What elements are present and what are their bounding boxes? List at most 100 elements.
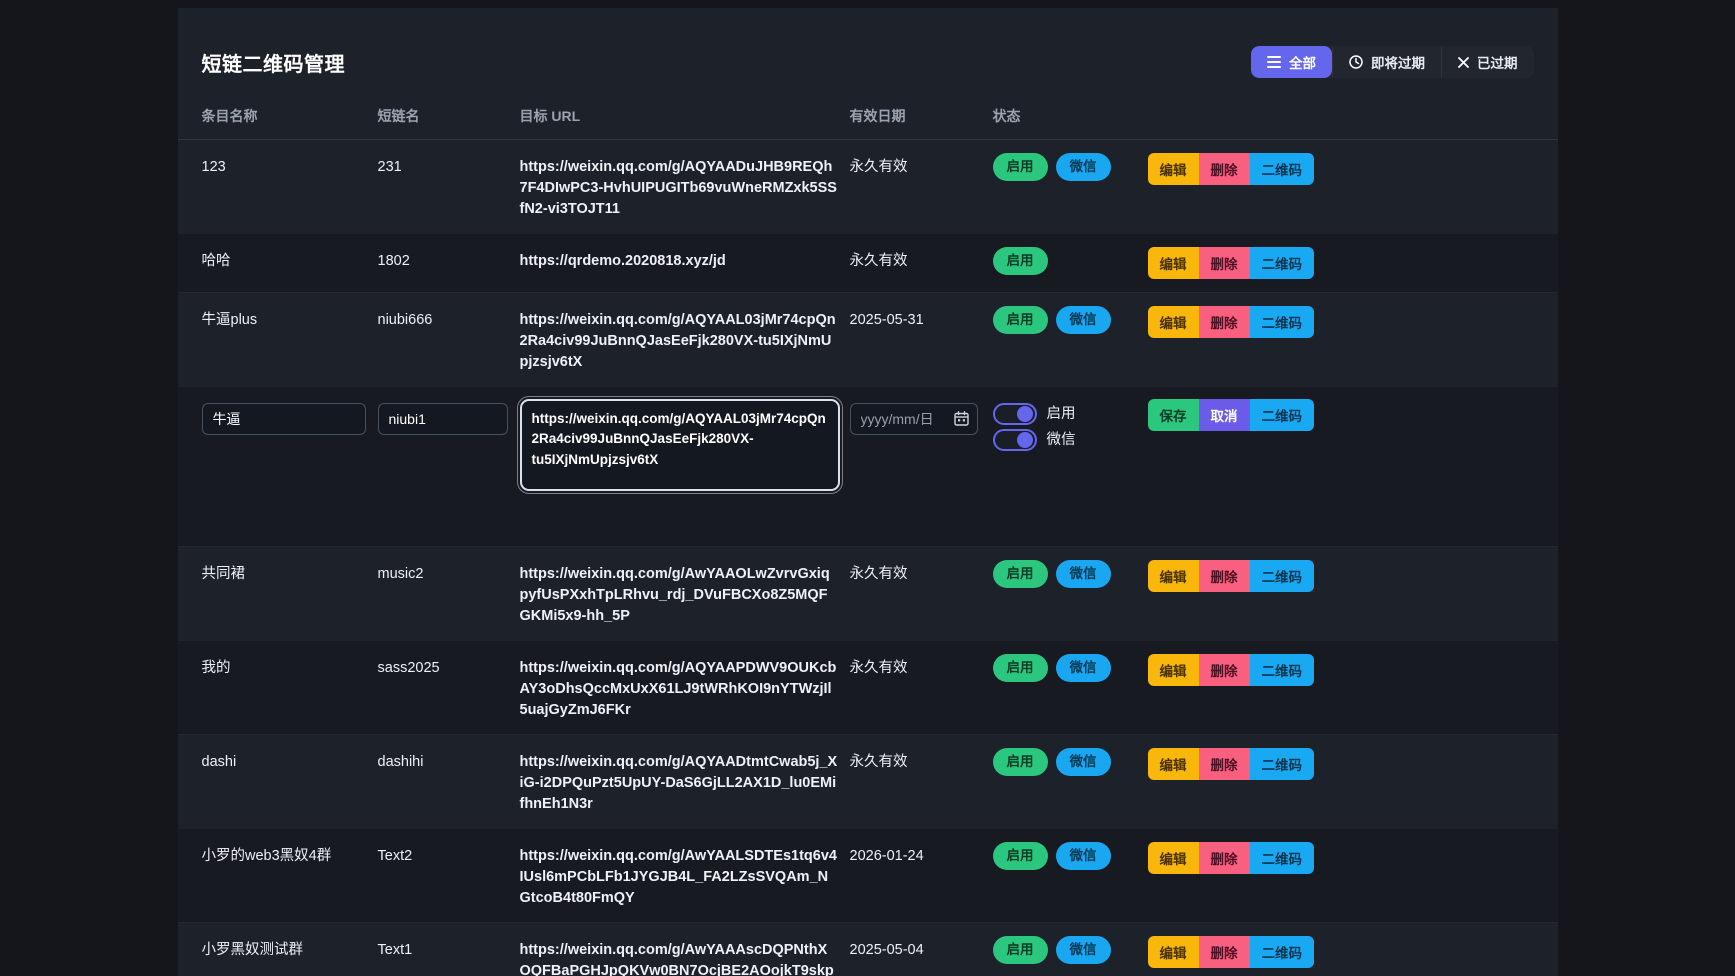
qrcode-button[interactable]: 二维码 xyxy=(1249,748,1314,781)
edit-button[interactable]: 编辑 xyxy=(1147,560,1199,593)
table-body: 123 231 https://weixin.qq.com/g/AQYAADuJ… xyxy=(177,140,1558,976)
toggle-label: 启用 xyxy=(1046,405,1076,422)
delete-button[interactable]: 删除 xyxy=(1198,247,1250,280)
row-slug: sass2025 xyxy=(377,660,440,677)
status-badge-wechat: 微信 xyxy=(1055,306,1111,334)
toggle-knob xyxy=(1016,432,1033,449)
row-actions: 编辑 删除 二维码 xyxy=(1147,247,1534,280)
content-panel: 短链二维码管理 全部 即将过期 已过期 条目名称 短链名 目标 URL 有效日期… xyxy=(177,8,1558,976)
row-actions: 编辑 删除 二维码 xyxy=(1147,748,1534,781)
row-name: 牛逼plus xyxy=(201,312,258,329)
qrcode-button[interactable]: 二维码 xyxy=(1249,306,1314,339)
row-url: https://weixin.qq.com/g/AwYAAOLwZvrvGxiq… xyxy=(519,566,830,625)
qrcode-button[interactable]: 二维码 xyxy=(1249,842,1314,875)
status-badge-enabled: 启用 xyxy=(992,654,1048,682)
qrcode-button[interactable]: 二维码 xyxy=(1249,247,1314,280)
edit-button[interactable]: 编辑 xyxy=(1147,306,1199,339)
delete-button[interactable]: 删除 xyxy=(1198,748,1250,781)
row-status: 启用 微信 xyxy=(992,153,1148,181)
table-row-editing: 启用 微信 保存 取消 二维码 xyxy=(177,386,1558,547)
delete-button[interactable]: 删除 xyxy=(1198,560,1250,593)
edit-button[interactable]: 编辑 xyxy=(1147,654,1199,687)
delete-button[interactable]: 删除 xyxy=(1198,654,1250,687)
status-badge-enabled: 启用 xyxy=(992,936,1048,964)
row-url: https://qrdemo.2020818.xyz/jd xyxy=(519,253,726,270)
qrcode-button[interactable]: 二维码 xyxy=(1249,654,1314,687)
toggle-track[interactable] xyxy=(992,429,1037,452)
qrcode-button[interactable]: 二维码 xyxy=(1249,153,1314,185)
row-date: 永久有效 xyxy=(849,159,908,175)
row-slug: Text1 xyxy=(377,942,413,959)
edit-date-field xyxy=(849,403,978,436)
row-name: dashi xyxy=(201,754,237,771)
status-badge-wechat: 微信 xyxy=(1055,153,1111,181)
row-slug: music2 xyxy=(377,566,424,583)
qrcode-button[interactable]: 二维码 xyxy=(1249,560,1314,593)
row-status: 启用 微信 xyxy=(992,936,1148,964)
status-toggle[interactable]: 微信 xyxy=(992,429,1148,452)
toggle-label: 微信 xyxy=(1046,431,1076,448)
row-status: 启用 微信 xyxy=(992,748,1148,776)
status-badge-wechat: 微信 xyxy=(1055,936,1111,964)
save-button[interactable]: 保存 xyxy=(1147,399,1199,432)
column-header-slug: 短链名 xyxy=(377,108,420,124)
row-date: 永久有效 xyxy=(849,660,908,677)
row-date: 2025-05-31 xyxy=(849,312,924,329)
column-header-url: 目标 URL xyxy=(519,108,581,124)
row-status: 启用 微信 xyxy=(992,842,1148,870)
table-header: 条目名称 短链名 目标 URL 有效日期 状态 xyxy=(177,92,1558,140)
row-actions: 编辑 删除 二维码 xyxy=(1147,936,1534,969)
delete-button[interactable]: 删除 xyxy=(1198,842,1250,875)
row-name: 123 xyxy=(201,159,226,175)
toggle-track[interactable] xyxy=(992,403,1037,426)
row-url: https://weixin.qq.com/g/AQYAAPDWV9OUKcbA… xyxy=(519,660,837,719)
table-row: 123 231 https://weixin.qq.com/g/AQYAADuJ… xyxy=(178,140,1558,233)
row-actions: 编辑 删除 二维码 xyxy=(1147,560,1534,593)
row-slug: 231 xyxy=(377,159,402,175)
row-slug: 1802 xyxy=(377,253,410,270)
row-status: 启用 xyxy=(992,247,1148,275)
row-url: https://weixin.qq.com/g/AQYAAL03jMr74cpQ… xyxy=(519,312,836,371)
row-date: 2026-01-24 xyxy=(849,848,924,865)
filter-expiring-button[interactable]: 即将过期 xyxy=(1332,46,1441,78)
status-badge-wechat: 微信 xyxy=(1055,748,1111,776)
edit-date-input[interactable] xyxy=(849,403,978,436)
filter-expired-button[interactable]: 已过期 xyxy=(1441,46,1534,78)
status-toggle[interactable]: 启用 xyxy=(992,403,1148,426)
edit-button[interactable]: 编辑 xyxy=(1147,247,1199,280)
status-badge-wechat: 微信 xyxy=(1055,654,1111,682)
row-name: 小罗黑奴测试群 xyxy=(201,942,304,959)
qrcode-button[interactable]: 二维码 xyxy=(1249,936,1314,969)
table-row: 哈哈 1802 https://qrdemo.2020818.xyz/jd 永久… xyxy=(177,233,1558,293)
filter-group: 全部 即将过期 已过期 xyxy=(1251,46,1534,78)
status-badge-enabled: 启用 xyxy=(992,247,1048,275)
cancel-button[interactable]: 取消 xyxy=(1198,399,1250,432)
status-badge-enabled: 启用 xyxy=(992,153,1048,181)
row-actions: 编辑 删除 二维码 xyxy=(1147,153,1534,185)
row-status: 启用 微信 xyxy=(992,560,1148,588)
status-badge-wechat: 微信 xyxy=(1055,842,1111,870)
edit-button[interactable]: 编辑 xyxy=(1147,842,1199,875)
row-slug: niubi666 xyxy=(377,312,433,329)
delete-button[interactable]: 删除 xyxy=(1198,153,1250,185)
filter-all-button[interactable]: 全部 xyxy=(1251,46,1332,78)
edit-name-input[interactable] xyxy=(201,403,366,436)
edit-slug-input[interactable] xyxy=(377,403,508,436)
edit-button[interactable]: 编辑 xyxy=(1147,936,1199,969)
table-row: 牛逼plus niubi666 https://weixin.qq.com/g/… xyxy=(178,292,1558,386)
qr-table: 条目名称 短链名 目标 URL 有效日期 状态 123 231 https://… xyxy=(177,92,1558,976)
table-row: dashi dashihi https://weixin.qq.com/g/AQ… xyxy=(178,734,1558,828)
edit-url-textarea[interactable] xyxy=(516,396,843,495)
qrcode-button[interactable]: 二维码 xyxy=(1249,399,1314,432)
edit-button[interactable]: 编辑 xyxy=(1147,748,1199,781)
row-date: 2025-05-04 xyxy=(849,942,924,959)
delete-button[interactable]: 删除 xyxy=(1198,306,1250,339)
status-badge-enabled: 启用 xyxy=(992,560,1048,588)
delete-button[interactable]: 删除 xyxy=(1198,936,1250,969)
row-date: 永久有效 xyxy=(849,566,908,583)
table-row: 我的 sass2025 https://weixin.qq.com/g/AQYA… xyxy=(177,640,1558,735)
row-name: 共同裙 xyxy=(201,566,246,583)
status-badge-enabled: 启用 xyxy=(992,748,1048,776)
table-row: 小罗的web3黑奴4群 Text2 https://weixin.qq.com/… xyxy=(177,828,1558,923)
edit-button[interactable]: 编辑 xyxy=(1147,153,1199,185)
